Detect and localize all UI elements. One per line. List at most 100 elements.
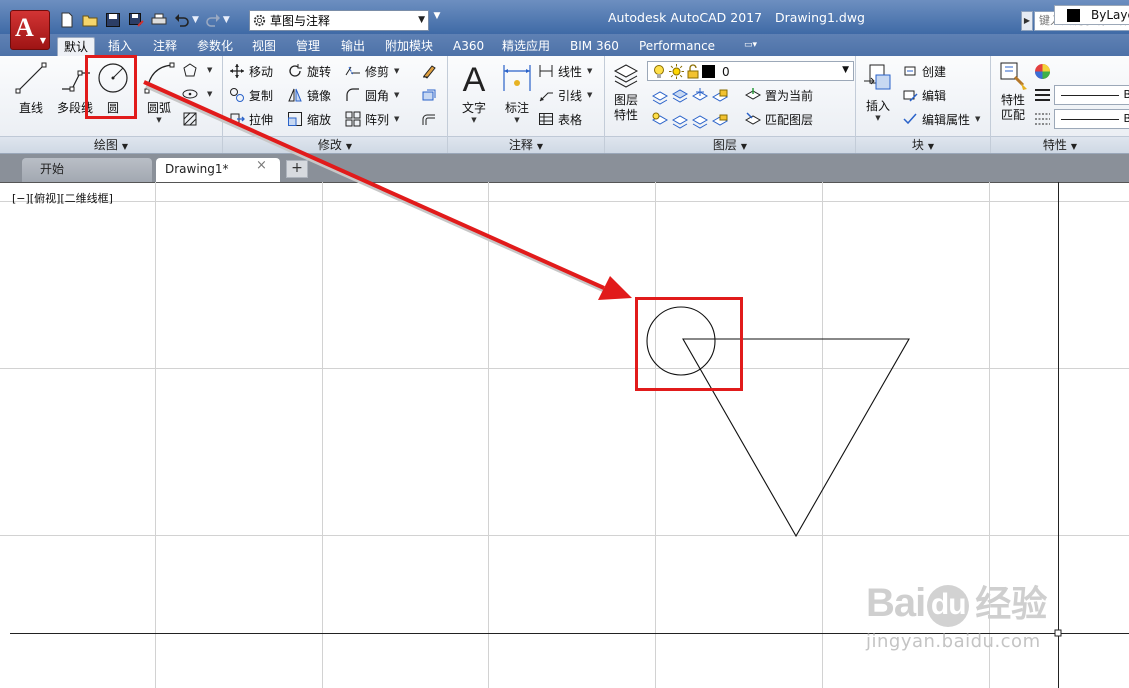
layer-freeze-icon[interactable] [691,87,709,105]
current-layer-name: 0 [722,64,730,79]
layer-color-swatch [702,65,715,78]
layer-lock-icon[interactable] [711,87,729,105]
layer-walk-icon[interactable] [671,111,689,129]
lineweight-icon[interactable] [1034,87,1051,104]
tab-view[interactable]: 视图 [246,37,282,56]
print-icon[interactable] [148,10,170,30]
layer-dropdown[interactable]: 0 ▼ [647,61,854,81]
chevron-down-icon[interactable]: ▼ [451,116,497,124]
layer-unlock-icon[interactable] [711,111,729,129]
chevron-down-icon[interactable]: ▼ [136,116,182,124]
close-icon[interactable]: × [256,158,267,173]
linear-dimension-button[interactable]: 线性 ▼ [538,61,592,81]
match-properties-line1: 特性 [1000,93,1025,107]
ribbon-minimize-icon[interactable]: ▭▾ [744,40,770,52]
chevron-down-icon: ▼ [1070,142,1078,151]
layer-properties-button[interactable]: 图层 特性 [603,59,649,123]
new-file-icon[interactable] [56,10,78,30]
copy-button[interactable]: 复制 [229,85,273,105]
tab-addins[interactable]: 附加模块 [379,37,439,56]
file-tab-start[interactable]: 开始 [22,158,152,182]
create-block-button[interactable]: 创建 [902,61,946,81]
explode-button[interactable] [421,85,441,105]
ellipse-button[interactable]: ▼ [182,84,212,104]
redo-dropdown-icon[interactable]: ▼ [223,15,230,25]
array-button[interactable]: 阵列 ▼ [345,109,399,129]
tab-performance[interactable]: Performance [633,37,721,56]
mirror-button[interactable]: 镜像 [287,85,331,105]
edit-attributes-button[interactable]: 编辑属性 ▼ [902,109,980,129]
color-swatch [1067,9,1080,22]
undo-dropdown-icon[interactable]: ▼ [192,15,199,25]
arc-icon [144,62,175,94]
search-expand-icon[interactable]: ▶ [1021,11,1033,31]
layer-thaw-icon[interactable] [691,111,709,129]
qat-customize-icon[interactable]: ▼ [431,11,443,30]
tab-insert[interactable]: 插入 [102,37,138,56]
circle-button[interactable]: 圆 [90,59,136,121]
sun-icon [669,64,684,79]
lineweight-dropdown[interactable]: B [1054,85,1129,105]
modify-panel-title[interactable]: 修改 ▼ [223,136,447,153]
table-button[interactable]: 表格 [538,109,582,129]
tab-default[interactable]: 默认 [57,37,96,56]
move-icon [230,64,244,78]
set-current-layer-button[interactable]: 置为当前 [745,85,813,105]
scale-button[interactable]: 缩放 [287,109,331,129]
workspace-select[interactable]: 草图与注释 ▼ [249,10,429,31]
chevron-down-icon: ▼ [587,91,593,99]
array-icon [345,111,361,127]
block-panel-title[interactable]: 块 ▼ [856,136,990,153]
undo-icon[interactable] [171,10,193,30]
color-wheel-icon[interactable] [1034,63,1051,80]
modify-panel-title-label: 修改 [317,138,342,152]
color-dropdown[interactable]: ByLayer [1054,5,1129,25]
properties-panel-title[interactable]: 特性 ▼ [991,136,1129,153]
match-layer-button[interactable]: 匹配图层 [745,109,813,129]
line-button[interactable]: 直线 [8,59,54,121]
arc-button[interactable]: 圆弧 ▼ [136,59,182,124]
offset-button[interactable] [421,109,441,129]
annotation-panel-title[interactable]: 注释 ▼ [448,136,604,153]
fillet-button[interactable]: 圆角 ▼ [345,85,399,105]
array-label: 阵列 [365,112,390,127]
layer-properties-label: 图层 特性 [603,93,649,123]
tab-bim360[interactable]: BIM 360 [564,37,625,56]
erase-button[interactable] [421,61,441,81]
linetype-icon[interactable] [1034,111,1051,128]
redo-icon[interactable] [202,10,224,30]
layer-on-icon[interactable] [651,111,669,129]
viewport-controls[interactable]: [−][俯视][二维线框] [12,190,113,206]
tab-featured-apps[interactable]: 精选应用 [496,37,556,56]
tab-manage[interactable]: 管理 [290,37,326,56]
tab-output[interactable]: 输出 [335,37,371,56]
open-folder-icon[interactable] [79,10,101,30]
tab-annotate[interactable]: 注释 [147,37,183,56]
text-button[interactable]: A 文字 ▼ [451,59,497,124]
move-button[interactable]: 移动 [229,61,273,81]
save-as-icon[interactable] [125,10,147,30]
application-menu-button[interactable]: A ▼ [10,10,50,50]
dimension-button[interactable]: 标注 ▼ [494,59,540,124]
new-tab-button[interactable]: + [286,160,308,178]
tab-a360[interactable]: A360 [447,37,490,56]
layer-off-icon[interactable] [651,87,669,105]
match-properties-button[interactable]: 特性 匹配 [991,59,1035,122]
chevron-down-icon[interactable]: ▼ [856,114,900,122]
chevron-down-icon[interactable]: ▼ [494,116,540,124]
tab-parametric[interactable]: 参数化 [191,37,239,56]
stretch-button[interactable]: 拉伸 [229,109,273,129]
layers-panel-title[interactable]: 图层 ▼ [605,136,855,153]
rotate-button[interactable]: 旋转 [287,61,331,81]
drawn-circle[interactable] [646,306,716,376]
edit-block-button[interactable]: 编辑 [902,85,946,105]
insert-block-button[interactable]: 插入 ▼ [856,59,900,122]
leader-button[interactable]: 引线 ▼ [538,85,592,105]
hatch-button[interactable] [182,109,202,129]
trim-button[interactable]: 修剪 ▼ [345,61,399,81]
polygon-button[interactable]: ▼ [182,60,212,80]
layer-isolate-icon[interactable] [671,87,689,105]
save-icon[interactable] [102,10,124,30]
linetype-dropdown[interactable]: B [1054,109,1129,129]
draw-panel-title[interactable]: 绘图 ▼ [0,136,222,153]
